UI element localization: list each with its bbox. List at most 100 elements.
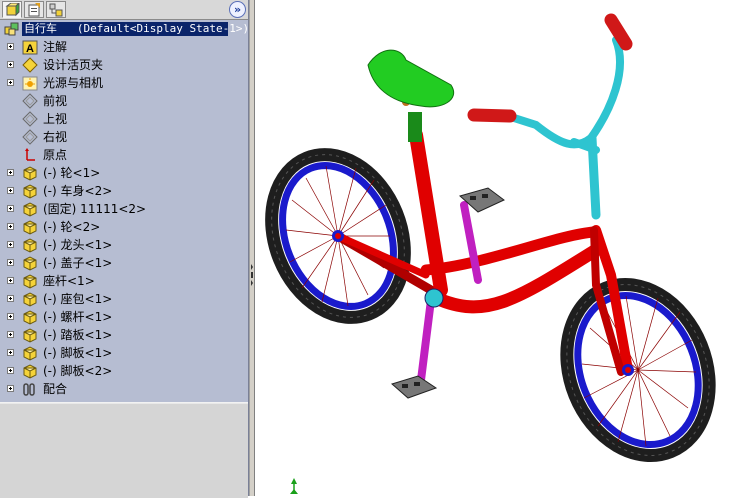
expand-icon[interactable] — [7, 259, 14, 266]
tree-item-label: 上视 — [43, 112, 68, 126]
tree-item-label: (-) 脚板<1> — [43, 346, 113, 360]
expand-icon[interactable] — [7, 349, 14, 356]
panel-tabs: » — [0, 0, 248, 20]
part-icon — [22, 345, 38, 361]
part-icon — [22, 309, 38, 325]
svg-text:A: A — [26, 43, 34, 55]
tree-item-label: 设计活页夹 — [43, 58, 104, 72]
splitter-grip-icon[interactable] — [250, 262, 254, 288]
panel-empty-area — [0, 402, 248, 498]
property-manager-tab[interactable] — [24, 1, 44, 18]
tree-item-label: (-) 座包<1> — [43, 292, 113, 306]
mates-icon — [22, 381, 38, 397]
lights-cameras-icon — [22, 75, 38, 91]
expand-icon[interactable] — [7, 169, 14, 176]
expand-icon[interactable] — [7, 331, 14, 338]
property-manager-icon — [28, 3, 40, 17]
expand-icon[interactable] — [7, 277, 14, 284]
expand-panel-button[interactable]: » — [229, 1, 246, 18]
front-hub — [622, 364, 634, 376]
tree-item[interactable]: (-) 轮<1> — [0, 164, 248, 182]
tree-item[interactable]: 光源与相机 — [0, 74, 248, 92]
tree-item[interactable]: (-) 脚板<1> — [0, 344, 248, 362]
tree-item[interactable]: (-) 盖子<1> — [0, 254, 248, 272]
expand-icon[interactable] — [7, 187, 14, 194]
annotations-icon: A — [22, 39, 38, 55]
tree-item[interactable]: 座杆<1> — [0, 272, 248, 290]
frame — [333, 128, 633, 376]
part-icon — [22, 183, 38, 199]
root-label: 自行车 — [24, 22, 57, 35]
expand-icon[interactable] — [7, 43, 14, 50]
tree-item-label: 座杆<1> — [43, 274, 95, 288]
part-icon — [22, 273, 38, 289]
tree-item[interactable]: (-) 脚板<2> — [0, 362, 248, 380]
part-icon — [22, 255, 38, 271]
tree-item[interactable]: (-) 踏板<1> — [0, 326, 248, 344]
design-binder-icon — [22, 57, 38, 73]
tree-item-label: (-) 螺杆<1> — [43, 310, 113, 324]
expand-icon[interactable] — [7, 61, 14, 68]
part-icon — [22, 201, 38, 217]
plane-icon — [22, 129, 38, 145]
reference-triad-icon — [290, 478, 298, 494]
tree-item[interactable]: (固定) 11111<2> — [0, 200, 248, 218]
origin-icon — [22, 147, 38, 163]
tree-item[interactable]: 原点 — [0, 146, 248, 164]
panel-splitter[interactable] — [249, 0, 255, 496]
expand-icon[interactable] — [7, 295, 14, 302]
tree-item[interactable]: 配合 — [0, 380, 248, 398]
tree-root[interactable]: 自行车 (Default<Display State-1>) — [0, 20, 250, 38]
expand-icon[interactable] — [7, 241, 14, 248]
tree-item-label: (-) 轮<2> — [43, 220, 101, 234]
tree-item[interactable]: (-) 座包<1> — [0, 290, 248, 308]
front-wheel — [560, 278, 716, 462]
tree-item-label: 注解 — [43, 40, 68, 54]
bicycle-model[interactable] — [256, 0, 731, 496]
part-icon — [22, 237, 38, 253]
tree-item-label: 右视 — [43, 130, 68, 144]
root-configuration: (Default<Display State-1>) — [76, 22, 250, 35]
tree-item[interactable]: (-) 车身<2> — [0, 182, 248, 200]
tree-item[interactable]: 右视 — [0, 128, 248, 146]
tree-item-label: 光源与相机 — [43, 76, 104, 90]
expand-icon[interactable] — [7, 79, 14, 86]
tree-item-label: 前视 — [43, 94, 68, 108]
tree-item[interactable]: 上视 — [0, 110, 248, 128]
part-icon — [22, 165, 38, 181]
tree-item-label: (-) 脚板<2> — [43, 364, 113, 378]
crank-and-pedals — [390, 187, 505, 399]
plane-icon — [22, 111, 38, 127]
expand-icon[interactable] — [7, 385, 14, 392]
expand-icon[interactable] — [7, 205, 14, 212]
rear-hub — [332, 230, 344, 242]
saddle — [367, 49, 454, 108]
tree-item-label: (-) 盖子<1> — [43, 256, 113, 270]
expand-icon[interactable] — [7, 313, 14, 320]
tree-item[interactable]: 前视 — [0, 92, 248, 110]
graphics-area[interactable] — [256, 0, 731, 496]
part-icon — [22, 291, 38, 307]
plane-icon — [22, 93, 38, 109]
feature-manager-icon — [5, 3, 20, 17]
tree-item-label: 配合 — [43, 382, 68, 396]
part-icon — [22, 363, 38, 379]
configuration-manager-tab[interactable] — [46, 1, 66, 18]
expand-icon[interactable] — [7, 367, 14, 374]
tree-item[interactable]: (-) 轮<2> — [0, 218, 248, 236]
tree-item[interactable]: 设计活页夹 — [0, 56, 248, 74]
tree-item[interactable]: A 注解 — [0, 38, 248, 56]
tree-item-label: (固定) 11111<2> — [43, 202, 147, 216]
tree-item-label: (-) 车身<2> — [43, 184, 113, 198]
feature-tree: 自行车 (Default<Display State-1>) A 注解设计活页夹光… — [0, 20, 250, 398]
tree-item[interactable]: (-) 龙头<1> — [0, 236, 248, 254]
expand-icon[interactable] — [7, 223, 14, 230]
configuration-manager-icon — [49, 3, 63, 17]
tree-item-label: (-) 轮<1> — [43, 166, 101, 180]
feature-manager-panel: » 自行车 (Default<Display State-1>) A 注解设计活页… — [0, 0, 250, 498]
assembly-icon — [4, 21, 20, 37]
tree-item-label: (-) 踏板<1> — [43, 328, 113, 342]
tree-item-label: 原点 — [43, 148, 68, 162]
tree-item[interactable]: (-) 螺杆<1> — [0, 308, 248, 326]
feature-manager-tab[interactable] — [2, 1, 22, 18]
